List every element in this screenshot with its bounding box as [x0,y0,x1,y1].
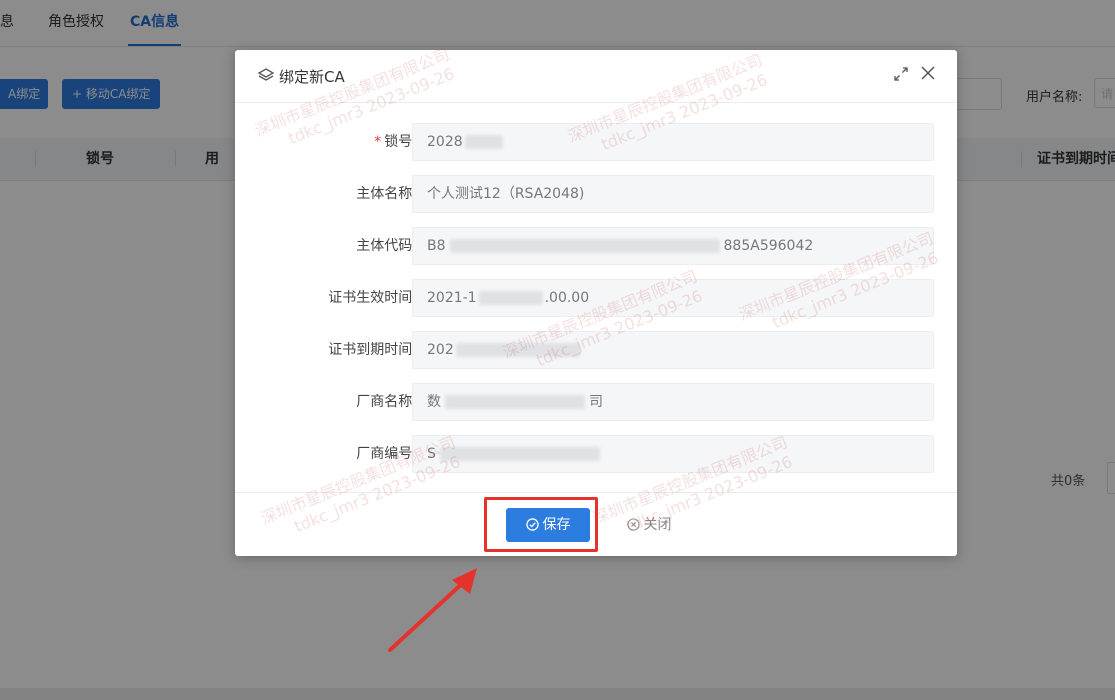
annotation-arrow [388,568,477,652]
